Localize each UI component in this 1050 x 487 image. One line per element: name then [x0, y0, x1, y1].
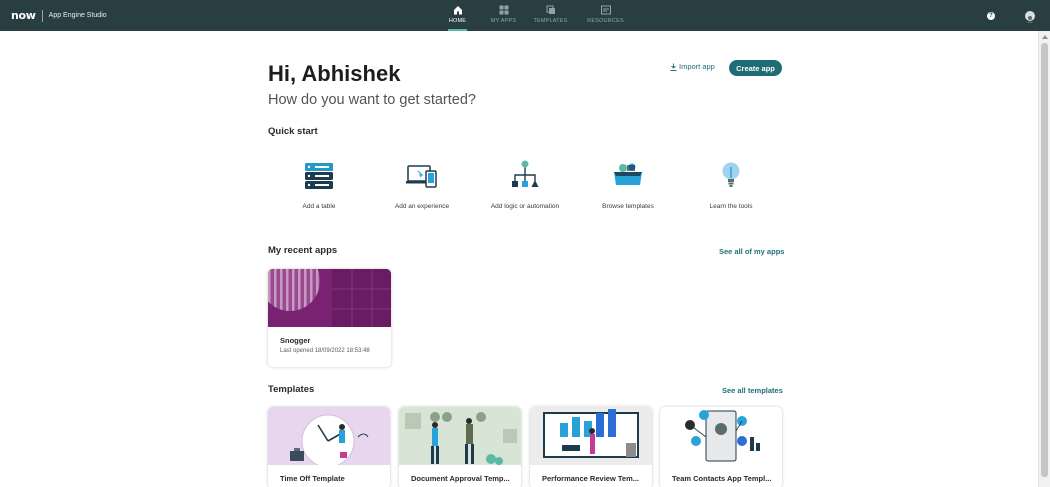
nav-templates[interactable]: TEMPLATES	[531, 0, 570, 31]
performance-review-illustration	[530, 407, 652, 465]
app-card-banner	[268, 269, 391, 327]
devices-icon	[406, 165, 437, 188]
nav-templates-label: TEMPLATES	[533, 18, 568, 24]
template-card-document-approval[interactable]: Document Approval Temp...	[399, 407, 521, 487]
scroll-thumb[interactable]	[1041, 43, 1048, 477]
apps-grid-icon	[499, 5, 508, 15]
database-icon	[305, 163, 333, 189]
import-app-label: Import app	[679, 62, 715, 71]
now-logo: now	[11, 9, 36, 22]
app-card-pattern	[268, 269, 391, 327]
quick-start-title: Quick start	[268, 126, 318, 137]
nav-home-label: HOME	[448, 18, 467, 24]
team-contacts-illustration	[660, 407, 782, 465]
nav-my-apps-label: MY APPS	[490, 18, 517, 24]
quick-start-add-experience[interactable]: Add an experience	[372, 159, 472, 210]
quick-start-add-table[interactable]: Add a table	[269, 159, 369, 210]
templates-icon	[546, 5, 555, 14]
time-off-illustration	[268, 407, 390, 465]
page-subtitle: How do you want to get started?	[268, 92, 476, 108]
home-icon	[453, 6, 462, 15]
lightbulb-icon	[722, 162, 740, 187]
home-page: Hi, Abhishek How do you want to get star…	[0, 31, 1038, 487]
templates-title: Templates	[268, 384, 315, 395]
quick-start-label: Learn the tools	[709, 203, 753, 210]
brand[interactable]: now App Engine Studio	[11, 0, 107, 31]
page-scrollbar[interactable]	[1038, 31, 1050, 487]
import-icon	[670, 63, 677, 71]
top-navigation-bar: now App Engine Studio HOME MY APPS TEMPL…	[0, 0, 1050, 31]
document-approval-illustration	[399, 407, 521, 465]
template-name: Team Contacts App Templ...	[672, 474, 772, 483]
nav-my-apps[interactable]: MY APPS	[484, 0, 523, 31]
flow-icon	[512, 160, 539, 187]
create-app-button[interactable]: Create app	[729, 60, 782, 76]
see-all-templates-link[interactable]: See all templates	[722, 386, 783, 395]
quick-start-label: Add an experience	[394, 203, 450, 210]
template-card-time-off[interactable]: Time Off Template	[268, 407, 390, 487]
recent-app-card[interactable]: Snogger Last opened 18/09/2022 18:53:48	[268, 269, 391, 367]
quick-start-learn-tools[interactable]: Learn the tools	[681, 159, 781, 210]
page-title: Hi, Abhishek	[268, 61, 401, 86]
user-avatar-icon[interactable]	[1025, 10, 1035, 23]
main-nav: HOME MY APPS TEMPLATES RESOURCES	[438, 0, 625, 31]
app-name: Snogger	[280, 336, 311, 345]
app-name: App Engine Studio	[48, 12, 107, 19]
quick-start-label: Browse templates	[602, 203, 654, 210]
nav-home[interactable]: HOME	[438, 0, 477, 31]
app-last-opened: Last opened 18/09/2022 18:53:48	[280, 348, 370, 354]
resources-icon	[600, 5, 611, 15]
quick-start-browse-templates[interactable]: Browse templates	[578, 159, 678, 210]
top-right-actions: ?	[987, 0, 1035, 31]
templates-box-icon	[614, 163, 642, 185]
template-card-performance-review[interactable]: Performance Review Tem...	[530, 407, 652, 487]
help-icon[interactable]: ?	[987, 11, 995, 20]
nav-resources-label: RESOURCES	[587, 18, 624, 24]
see-all-apps-link[interactable]: See all of my apps	[719, 247, 784, 256]
template-name: Document Approval Temp...	[411, 474, 510, 483]
scroll-up-arrow-icon[interactable]	[1042, 35, 1048, 39]
brand-divider	[41, 9, 43, 22]
recent-apps-title: My recent apps	[268, 245, 338, 256]
quick-start-label: Add logic or automation	[490, 203, 560, 210]
template-name: Performance Review Tem...	[542, 474, 639, 483]
quick-start-label: Add a table	[302, 203, 336, 210]
import-app-link[interactable]: Import app	[670, 62, 715, 71]
template-name: Time Off Template	[280, 474, 345, 483]
nav-resources[interactable]: RESOURCES	[586, 0, 625, 31]
quick-start-add-logic[interactable]: Add logic or automation	[475, 159, 575, 210]
template-card-team-contacts[interactable]: Team Contacts App Templ...	[660, 407, 782, 487]
